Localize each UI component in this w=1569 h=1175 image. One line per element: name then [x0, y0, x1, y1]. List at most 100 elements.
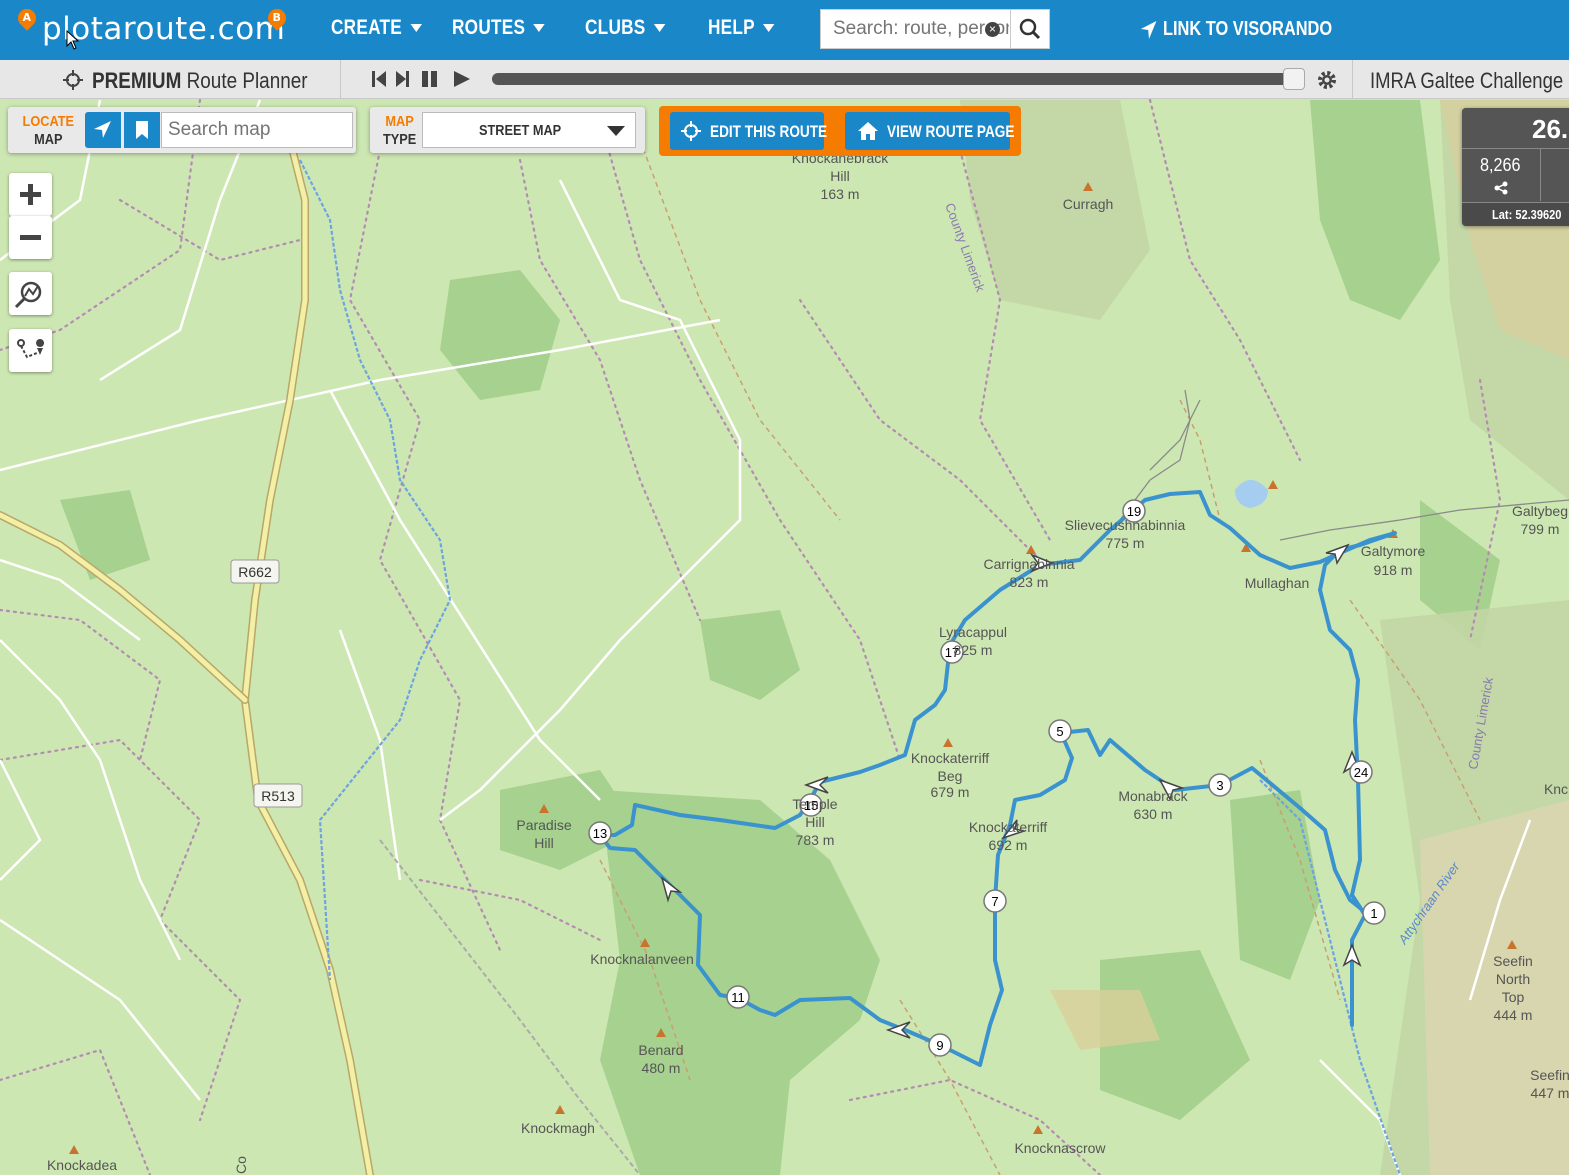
- label-knockaterriff: Knockaterriff: [969, 819, 1047, 835]
- playback-slider-thumb[interactable]: [1283, 68, 1305, 90]
- playback-controls: [370, 69, 480, 96]
- label-slievecushnabinnia: Slievecushnabinnia: [1065, 517, 1186, 533]
- label-seefin-north-elev: 444 m: [1494, 1007, 1533, 1023]
- zoom-route-icon: [14, 281, 42, 309]
- waypoint-11[interactable]: 11: [726, 985, 750, 1009]
- crosshair-icon: [63, 70, 83, 90]
- label-paradise-hill: Hill: [534, 835, 553, 851]
- home-icon: [858, 122, 878, 140]
- road-shield-r662: R662: [230, 559, 280, 584]
- svg-text:5: 5: [1056, 724, 1063, 739]
- zoom-out-button[interactable]: [9, 216, 52, 259]
- edit-route-button[interactable]: EDIT THIS ROUTE: [670, 112, 827, 150]
- label-lyracappul-elev: 825 m: [954, 642, 993, 658]
- svg-text:1: 1: [1370, 906, 1377, 921]
- road-shield-r513: R513: [253, 783, 303, 808]
- route-actions-panel: EDIT THIS ROUTE VIEW ROUTE PAGE: [659, 106, 1021, 156]
- pin-b-icon: B: [264, 5, 290, 31]
- route-tools-button[interactable]: [9, 329, 52, 372]
- bookmark-button[interactable]: [124, 112, 160, 148]
- svg-text:R513: R513: [261, 788, 295, 804]
- view-route-page-button[interactable]: VIEW ROUTE PAGE: [845, 112, 1014, 150]
- label-galtybeg-elev: 799 m: [1521, 521, 1560, 537]
- divider: [1352, 60, 1353, 98]
- waypoint-24[interactable]: 24: [1349, 760, 1373, 784]
- label-knockaterriff-beg-2: Beg: [938, 768, 963, 784]
- plus-icon: [20, 184, 41, 205]
- play-icon[interactable]: [454, 71, 470, 87]
- location-arrow-icon: [94, 121, 111, 138]
- top-navbar: A plotaroute.com B CREATE ROUTES CLUBS H…: [0, 0, 1569, 60]
- crosshair-icon: [681, 121, 701, 141]
- chevron-down-icon: [410, 24, 422, 33]
- waypoint-5[interactable]: 5: [1048, 719, 1072, 743]
- map-type-panel: MAP TYPE STREET MAP: [370, 107, 645, 153]
- location-arrow-icon: [1140, 20, 1157, 39]
- my-location-button[interactable]: [85, 112, 121, 148]
- search-icon: [1019, 18, 1041, 40]
- nav-clubs[interactable]: CLUBS: [585, 16, 666, 40]
- svg-text:9: 9: [936, 1038, 943, 1053]
- site-search-input[interactable]: [821, 10, 1011, 48]
- search-button[interactable]: [1010, 10, 1049, 48]
- label-carrignabinnia-elev: 823 m: [1010, 574, 1049, 590]
- label-seefin: Seefin: [1530, 1067, 1569, 1083]
- waypoint-3[interactable]: 3: [1208, 773, 1232, 797]
- link-to-visorando[interactable]: LINK TO VISORANDO: [1140, 18, 1332, 41]
- route-title: IMRA Galtee Challenge Du: [1370, 68, 1569, 93]
- pause-icon[interactable]: [422, 71, 437, 87]
- label-knocknalanveen: Knocknalanveen: [590, 951, 694, 967]
- label-knockaterriff-beg: Knockaterriff: [911, 750, 989, 766]
- waypoint-7[interactable]: 7: [983, 889, 1007, 913]
- latitude-readout: Lat: 52.39620: [1492, 207, 1562, 222]
- zoom-to-route-button[interactable]: [9, 272, 52, 315]
- label-temple-hill: Hill: [805, 814, 824, 830]
- svg-text:R662: R662: [238, 564, 272, 580]
- label-knocknascrow: Knocknascrow: [1014, 1140, 1106, 1156]
- gear-icon[interactable]: [1316, 69, 1338, 91]
- nav-routes[interactable]: ROUTES: [452, 16, 545, 40]
- chevron-down-icon: [533, 24, 545, 33]
- nav-help[interactable]: HELP: [708, 16, 775, 40]
- svg-text:7: 7: [991, 894, 998, 909]
- skip-back-icon[interactable]: [372, 71, 386, 87]
- map-type-label-bottom: TYPE: [382, 131, 417, 148]
- mouse-cursor-icon: [66, 30, 80, 50]
- elevation-stat[interactable]: 8,266: [1462, 149, 1541, 201]
- chevron-down-icon: [653, 24, 666, 33]
- site-logo[interactable]: A plotaroute.com B: [14, 5, 290, 52]
- label-seefin-north: Seefin: [1493, 953, 1533, 969]
- label-co: Co: [233, 1156, 249, 1174]
- locate-map-panel: LOCATE MAP: [8, 107, 356, 153]
- label-seefin-elev: 447 m: [1531, 1085, 1569, 1101]
- chevron-down-icon: [763, 24, 775, 33]
- label-galtymore-elev: 918 m: [1374, 562, 1413, 578]
- label-slievecushnabinnia-elev: 775 m: [1106, 535, 1145, 551]
- waypoint-13[interactable]: 13: [588, 821, 612, 845]
- map-type-select[interactable]: STREET MAP: [422, 112, 636, 148]
- label-carrignabinnia: Carrignabinnia: [983, 556, 1074, 572]
- label-knockaterriff-elev: 692 m: [989, 837, 1028, 853]
- site-search: ×: [820, 9, 1050, 49]
- elevation-value: 8,266: [1480, 155, 1521, 175]
- zoom-in-button[interactable]: [9, 173, 52, 216]
- label-paradise: Paradise: [516, 817, 571, 833]
- view-route-label: VIEW ROUTE PAGE: [887, 122, 1015, 141]
- label-knockadea: Knockadea: [47, 1157, 117, 1173]
- step-forward-icon[interactable]: [396, 71, 409, 87]
- nav-create[interactable]: CREATE: [331, 16, 422, 40]
- search-map-input[interactable]: [161, 112, 353, 148]
- label-mullaghan: Mullaghan: [1245, 575, 1310, 591]
- playback-slider-track[interactable]: [492, 73, 1300, 85]
- label-benard: Benard: [638, 1042, 683, 1058]
- label-seefin-north-3: Top: [1502, 989, 1525, 1005]
- clear-search-icon[interactable]: ×: [985, 22, 1000, 37]
- waypoint-1[interactable]: 1: [1362, 901, 1386, 925]
- waypoint-9[interactable]: 9: [928, 1033, 952, 1057]
- divider: [340, 60, 341, 98]
- route-pin-icon: [17, 339, 45, 359]
- chevron-down-icon: [607, 126, 625, 136]
- distance-value: 26.: [1532, 114, 1569, 144]
- map-canvas[interactable]: 1 3 5 7 9 11 13 15 17 19 24 Knockanebrac…: [0, 0, 1569, 1175]
- minus-icon: [20, 235, 41, 240]
